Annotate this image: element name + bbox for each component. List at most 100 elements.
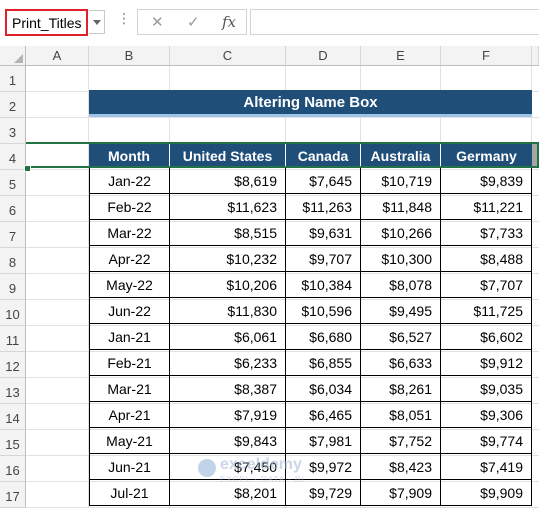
- cell-united-states[interactable]: $10,206: [170, 272, 286, 298]
- cell-germany[interactable]: $7,733: [441, 220, 532, 246]
- grid-horizontal-line: [26, 117, 539, 118]
- cell-canada[interactable]: $6,465: [286, 402, 361, 428]
- cell-canada[interactable]: $11,263: [286, 194, 361, 220]
- name-box-dropdown-button[interactable]: [89, 10, 105, 34]
- column-header-a[interactable]: A: [26, 46, 89, 66]
- cell-month[interactable]: Mar-22: [89, 220, 170, 246]
- cell-australia[interactable]: $7,752: [361, 428, 441, 454]
- cell-australia[interactable]: $10,266: [361, 220, 441, 246]
- row-header-10[interactable]: 10: [0, 300, 26, 326]
- cell-australia[interactable]: $11,848: [361, 194, 441, 220]
- cell-australia[interactable]: $6,527: [361, 324, 441, 350]
- cell-australia[interactable]: $10,300: [361, 246, 441, 272]
- chevron-down-icon: [93, 20, 101, 25]
- cell-germany[interactable]: $11,725: [441, 298, 532, 324]
- formula-input[interactable]: [250, 9, 539, 35]
- cell-canada[interactable]: $10,596: [286, 298, 361, 324]
- cell-month[interactable]: Jul-21: [89, 480, 170, 506]
- cell-month[interactable]: Mar-21: [89, 376, 170, 402]
- cell-canada[interactable]: $7,645: [286, 168, 361, 194]
- cell-australia[interactable]: $10,719: [361, 168, 441, 194]
- cell-germany[interactable]: $9,035: [441, 376, 532, 402]
- row-header-14[interactable]: 14: [0, 404, 26, 430]
- cell-australia[interactable]: $7,909: [361, 480, 441, 506]
- cell-germany[interactable]: $9,912: [441, 350, 532, 376]
- row-header-16[interactable]: 16: [0, 456, 26, 482]
- cell-germany[interactable]: $9,306: [441, 402, 532, 428]
- more-options-icon[interactable]: ⋮: [117, 10, 131, 27]
- cell-month[interactable]: Feb-22: [89, 194, 170, 220]
- cell-month[interactable]: Feb-21: [89, 350, 170, 376]
- cell-australia[interactable]: $8,423: [361, 454, 441, 480]
- cell-australia[interactable]: $8,078: [361, 272, 441, 298]
- row-header-9[interactable]: 9: [0, 274, 26, 300]
- fill-handle[interactable]: [24, 165, 31, 172]
- column-header-f[interactable]: F: [441, 46, 532, 66]
- row-header-7[interactable]: 7: [0, 222, 26, 248]
- cell-month[interactable]: Jan-21: [89, 324, 170, 350]
- cell-canada[interactable]: $7,981: [286, 428, 361, 454]
- select-all-button[interactable]: [0, 46, 26, 66]
- name-box[interactable]: Print_Titles: [5, 9, 88, 36]
- cell-germany[interactable]: $11,221: [441, 194, 532, 220]
- insert-function-icon[interactable]: fx: [222, 13, 236, 31]
- cell-australia[interactable]: $6,633: [361, 350, 441, 376]
- cell-month[interactable]: Jan-22: [89, 168, 170, 194]
- cell-germany[interactable]: $8,488: [441, 246, 532, 272]
- cell-germany[interactable]: $7,419: [441, 454, 532, 480]
- cell-month[interactable]: Apr-21: [89, 402, 170, 428]
- cell-australia[interactable]: $8,051: [361, 402, 441, 428]
- cell-united-states[interactable]: $9,843: [170, 428, 286, 454]
- cell-united-states[interactable]: $8,515: [170, 220, 286, 246]
- cell-month[interactable]: Jun-21: [89, 454, 170, 480]
- cell-month[interactable]: Apr-22: [89, 246, 170, 272]
- cell-canada[interactable]: $6,034: [286, 376, 361, 402]
- row-header-3[interactable]: 3: [0, 118, 26, 144]
- cell-germany[interactable]: $6,602: [441, 324, 532, 350]
- cell-canada[interactable]: $10,384: [286, 272, 361, 298]
- formula-bar: Print_Titles ⋮ ✕ ✓ fx: [0, 0, 539, 46]
- cell-united-states[interactable]: $8,387: [170, 376, 286, 402]
- cell-germany[interactable]: $9,909: [441, 480, 532, 506]
- row-header-5[interactable]: 5: [0, 170, 26, 196]
- selected-row-range: [26, 142, 539, 168]
- cell-germany[interactable]: $9,839: [441, 168, 532, 194]
- row-header-8[interactable]: 8: [0, 248, 26, 274]
- cell-australia[interactable]: $8,261: [361, 376, 441, 402]
- row-header-15[interactable]: 15: [0, 430, 26, 456]
- cell-month[interactable]: May-21: [89, 428, 170, 454]
- row-header-6[interactable]: 6: [0, 196, 26, 222]
- cell-united-states[interactable]: $7,919: [170, 402, 286, 428]
- cell-united-states[interactable]: $8,619: [170, 168, 286, 194]
- row-header-13[interactable]: 13: [0, 378, 26, 404]
- row-header-12[interactable]: 12: [0, 352, 26, 378]
- cancel-icon[interactable]: ✕: [151, 13, 164, 31]
- enter-icon[interactable]: ✓: [187, 13, 200, 31]
- column-header-e[interactable]: E: [361, 46, 441, 66]
- cell-canada[interactable]: $9,707: [286, 246, 361, 272]
- cell-canada[interactable]: $6,855: [286, 350, 361, 376]
- cell-united-states[interactable]: $6,233: [170, 350, 286, 376]
- row-header-17[interactable]: 17: [0, 482, 26, 508]
- cell-germany[interactable]: $7,707: [441, 272, 532, 298]
- column-header-g[interactable]: [532, 46, 539, 66]
- select-all-triangle-icon: [14, 54, 23, 63]
- cell-united-states[interactable]: $11,830: [170, 298, 286, 324]
- sheet-title: Altering Name Box: [89, 90, 532, 114]
- cell-canada[interactable]: $9,631: [286, 220, 361, 246]
- cell-united-states[interactable]: $11,623: [170, 194, 286, 220]
- column-header-d[interactable]: D: [286, 46, 361, 66]
- cell-australia[interactable]: $9,495: [361, 298, 441, 324]
- cell-month[interactable]: Jun-22: [89, 298, 170, 324]
- cell-united-states[interactable]: $10,232: [170, 246, 286, 272]
- cell-month[interactable]: May-22: [89, 272, 170, 298]
- cell-united-states[interactable]: $6,061: [170, 324, 286, 350]
- cell-germany[interactable]: $9,774: [441, 428, 532, 454]
- row-header-4[interactable]: 4: [0, 144, 26, 170]
- column-header-b[interactable]: B: [89, 46, 170, 66]
- row-header-1[interactable]: 1: [0, 66, 26, 92]
- cell-canada[interactable]: $6,680: [286, 324, 361, 350]
- row-header-11[interactable]: 11: [0, 326, 26, 352]
- row-header-2[interactable]: 2: [0, 92, 26, 118]
- column-header-c[interactable]: C: [170, 46, 286, 66]
